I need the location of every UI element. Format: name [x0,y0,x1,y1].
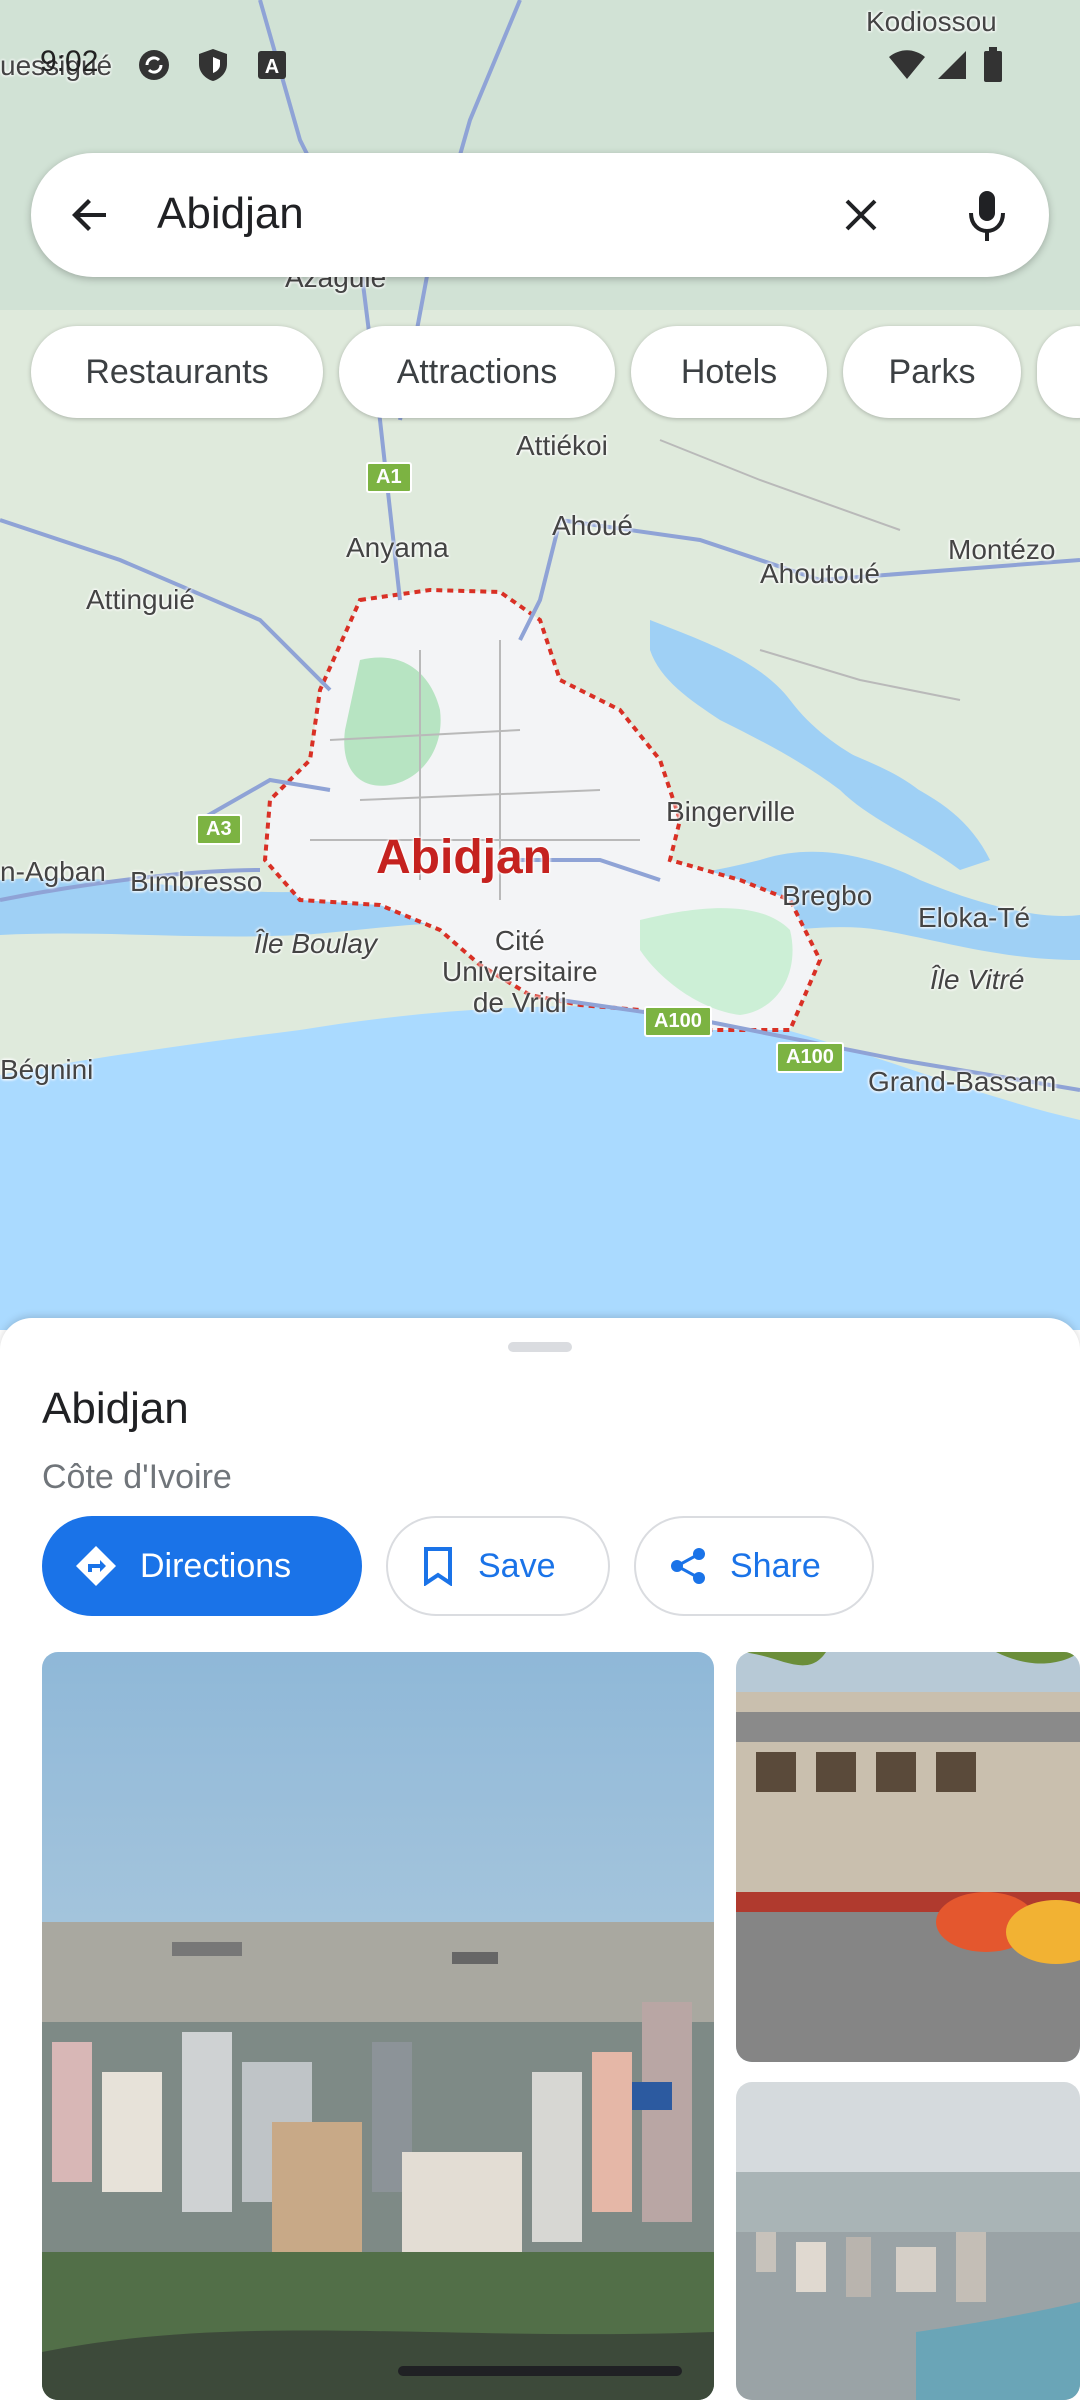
map-label-ile-boulay: Île Boulay [254,928,377,959]
map-label-montezo: Montézo [948,534,1056,565]
map-label-bimbresso: Bimbresso [130,866,263,897]
back-arrow-icon[interactable] [66,191,114,239]
chip-restaurants[interactable]: Restaurants [31,326,323,418]
search-bar[interactable]: Abidjan [31,153,1049,277]
chip-hotels[interactable]: Hotels [631,326,827,418]
photo-street-image [736,1652,1080,2062]
status-bar: 9:02 A [0,45,1080,85]
road-shield-a3: A3 [196,814,242,845]
photo-aerial-image [736,2082,1080,2400]
map-label-agban: n-Agban [0,856,106,887]
chip-attractions[interactable]: Attractions [339,326,615,418]
map-label-eloka: Eloka-Té [918,902,1031,933]
font-icon: A [258,51,286,79]
status-time: 9:02 [40,45,99,78]
save-button[interactable]: Save [386,1516,610,1616]
wifi-icon [889,50,925,79]
map-label-attiekoi: Attiékoi [516,430,608,461]
road-shield-a1: A1 [366,462,412,493]
map-label-bregbo: Bregbo [782,880,873,911]
sync-icon [139,50,169,80]
photo-street[interactable] [736,1652,1080,2062]
directions-icon [76,1546,116,1586]
map-label-begnini: Bégnini [0,1054,94,1085]
category-chips: Restaurants Attractions Hotels Parks [31,326,1080,420]
bookmark-icon [424,1547,452,1586]
road-shield-a100-east: A100 [776,1042,844,1073]
search-query[interactable]: Abidjan [157,189,304,239]
map-label-ahoue: Ahoué [552,510,633,541]
map-label-attingue: Attinguié [86,584,195,615]
sheet-drag-handle[interactable] [508,1342,572,1352]
microphone-icon[interactable] [961,187,1013,243]
directions-button[interactable]: Directions [42,1516,362,1616]
map-label-abidjan[interactable]: Abidjan [376,830,552,885]
map-label-bingerville: Bingerville [666,796,796,827]
share-button[interactable]: Share [634,1516,874,1616]
map-label-cite-universitaire: Cité Universitaire de Vridi [442,925,598,1018]
share-label: Share [730,1546,821,1585]
save-label: Save [478,1546,556,1585]
shield-icon [199,49,227,81]
signal-icon [938,51,966,79]
gesture-nav-bar[interactable] [398,2366,682,2376]
map-label-anyama: Anyama [346,532,449,563]
map-label-kodiossou: Kodiossou [866,6,997,37]
battery-icon [984,47,1002,82]
photo-aerial[interactable] [736,2082,1080,2400]
map-label-ile-vitre: Île Vitré [930,964,1025,995]
place-sheet[interactable]: Abidjan Côte d'Ivoire Directions Save Sh… [0,1318,1080,2400]
clear-icon[interactable] [837,191,885,239]
directions-label: Directions [140,1546,292,1585]
map-label-ahoutoue: Ahoutoué [760,558,880,589]
photo-skyline-image [42,1652,714,2400]
chip-parks[interactable]: Parks [843,326,1021,418]
road-shield-a100: A100 [644,1006,712,1037]
photo-skyline[interactable] [42,1652,714,2400]
place-subtitle: Côte d'Ivoire [42,1458,232,1496]
map-label-grand-bassam: Grand-Bassam [868,1066,1057,1097]
chip-more[interactable] [1037,326,1080,418]
svg-text:A: A [265,56,279,78]
share-icon [671,1548,705,1584]
place-title: Abidjan [42,1384,189,1433]
